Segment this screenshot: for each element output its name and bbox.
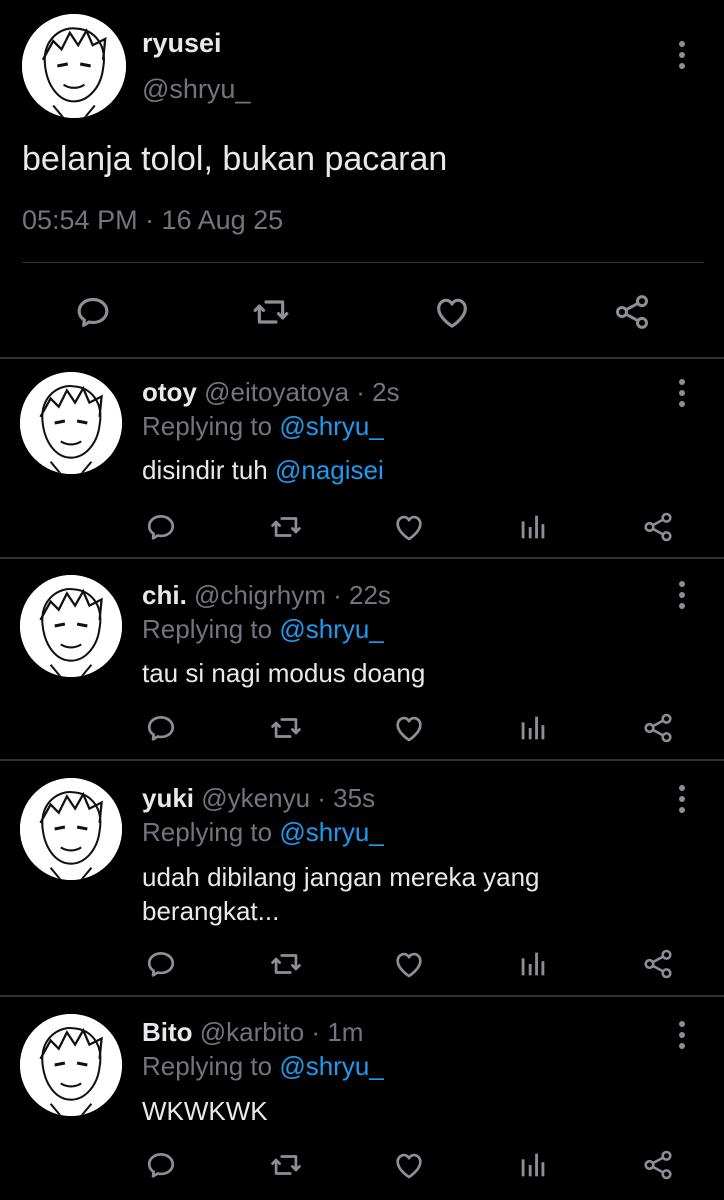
replying-label: Replying to (142, 614, 273, 644)
replying-to: Replying to @shryu_ (142, 817, 384, 848)
share-icon[interactable] (641, 711, 675, 745)
more-options-icon[interactable] (670, 782, 694, 816)
tweet-text: belanja tolol, bukan pacaran (22, 140, 448, 178)
retweet-icon[interactable] (269, 947, 303, 981)
reply-header: otoy @eitoyatoya · 2s (142, 377, 400, 408)
reply-text: tau si nagi modus doang (142, 658, 426, 688)
reply-header: Bito @karbito · 1m (142, 1017, 363, 1048)
mention-link[interactable]: @shryu_ (279, 614, 383, 644)
tweet-timestamp[interactable]: 05:54 PM · 16 Aug 25 (22, 205, 283, 236)
replying-to: Replying to @shryu_ (142, 1051, 384, 1082)
like-icon[interactable] (392, 510, 426, 544)
views-icon[interactable] (516, 711, 550, 745)
views-icon[interactable] (516, 1148, 550, 1182)
share-icon[interactable] (641, 947, 675, 981)
divider (0, 557, 724, 559)
views-icon[interactable] (516, 510, 550, 544)
avatar[interactable] (20, 1014, 122, 1116)
reply-icon[interactable] (144, 1148, 178, 1182)
like-icon[interactable] (392, 947, 426, 981)
display-name[interactable]: otoy (142, 377, 197, 407)
divider (0, 759, 724, 761)
more-options-icon[interactable] (670, 1018, 694, 1052)
divider (0, 357, 724, 359)
reply-header: yuki @ykenyu · 35s (142, 783, 375, 814)
reply-text: disindir tuh @nagisei (142, 453, 662, 487)
replying-to: Replying to @shryu_ (142, 411, 384, 442)
replying-label: Replying to (142, 411, 273, 441)
like-icon[interactable] (432, 292, 472, 332)
retweet-icon[interactable] (269, 711, 303, 745)
avatar[interactable] (20, 778, 122, 880)
mention-link[interactable]: @shryu_ (279, 1051, 383, 1081)
user-meta[interactable]: @eitoyatoya · 2s (204, 377, 399, 407)
avatar[interactable] (20, 372, 122, 474)
more-options-icon[interactable] (670, 38, 694, 72)
share-icon[interactable] (612, 292, 652, 332)
mention-link[interactable]: @nagisei (275, 455, 384, 485)
divider (0, 995, 724, 997)
mention-link[interactable]: @shryu_ (279, 411, 383, 441)
share-icon[interactable] (641, 510, 675, 544)
mention-link[interactable]: @shryu_ (279, 817, 383, 847)
divider (22, 262, 704, 263)
views-icon[interactable] (516, 947, 550, 981)
reply-icon[interactable] (144, 947, 178, 981)
avatar[interactable] (22, 14, 126, 118)
reply-icon[interactable] (144, 510, 178, 544)
reply-icon[interactable] (144, 711, 178, 745)
user-meta[interactable]: @karbito · 1m (200, 1017, 364, 1047)
like-icon[interactable] (392, 1148, 426, 1182)
reply-text-body: disindir tuh (142, 455, 268, 485)
display-name[interactable]: ryusei (142, 28, 222, 59)
reply-header: chi. @chigrhym · 22s (142, 580, 391, 611)
more-options-icon[interactable] (670, 578, 694, 612)
retweet-icon[interactable] (269, 510, 303, 544)
user-meta[interactable]: @chigrhym · 22s (194, 580, 391, 610)
reply-text: udah dibilang jangan mereka yang berangk… (142, 862, 540, 926)
display-name[interactable]: yuki (142, 783, 194, 813)
avatar[interactable] (20, 575, 122, 677)
replying-to: Replying to @shryu_ (142, 614, 384, 645)
retweet-icon[interactable] (269, 1148, 303, 1182)
replying-label: Replying to (142, 817, 273, 847)
share-icon[interactable] (641, 1148, 675, 1182)
user-meta[interactable]: @ykenyu · 35s (201, 783, 375, 813)
replying-label: Replying to (142, 1051, 273, 1081)
retweet-icon[interactable] (251, 292, 291, 332)
more-options-icon[interactable] (670, 376, 694, 410)
like-icon[interactable] (392, 711, 426, 745)
display-name[interactable]: chi. (142, 580, 187, 610)
display-name[interactable]: Bito (142, 1017, 193, 1047)
reply-text: WKWKWK (142, 1096, 268, 1126)
reply-icon[interactable] (73, 292, 113, 332)
user-handle[interactable]: @shryu_ (142, 74, 250, 105)
